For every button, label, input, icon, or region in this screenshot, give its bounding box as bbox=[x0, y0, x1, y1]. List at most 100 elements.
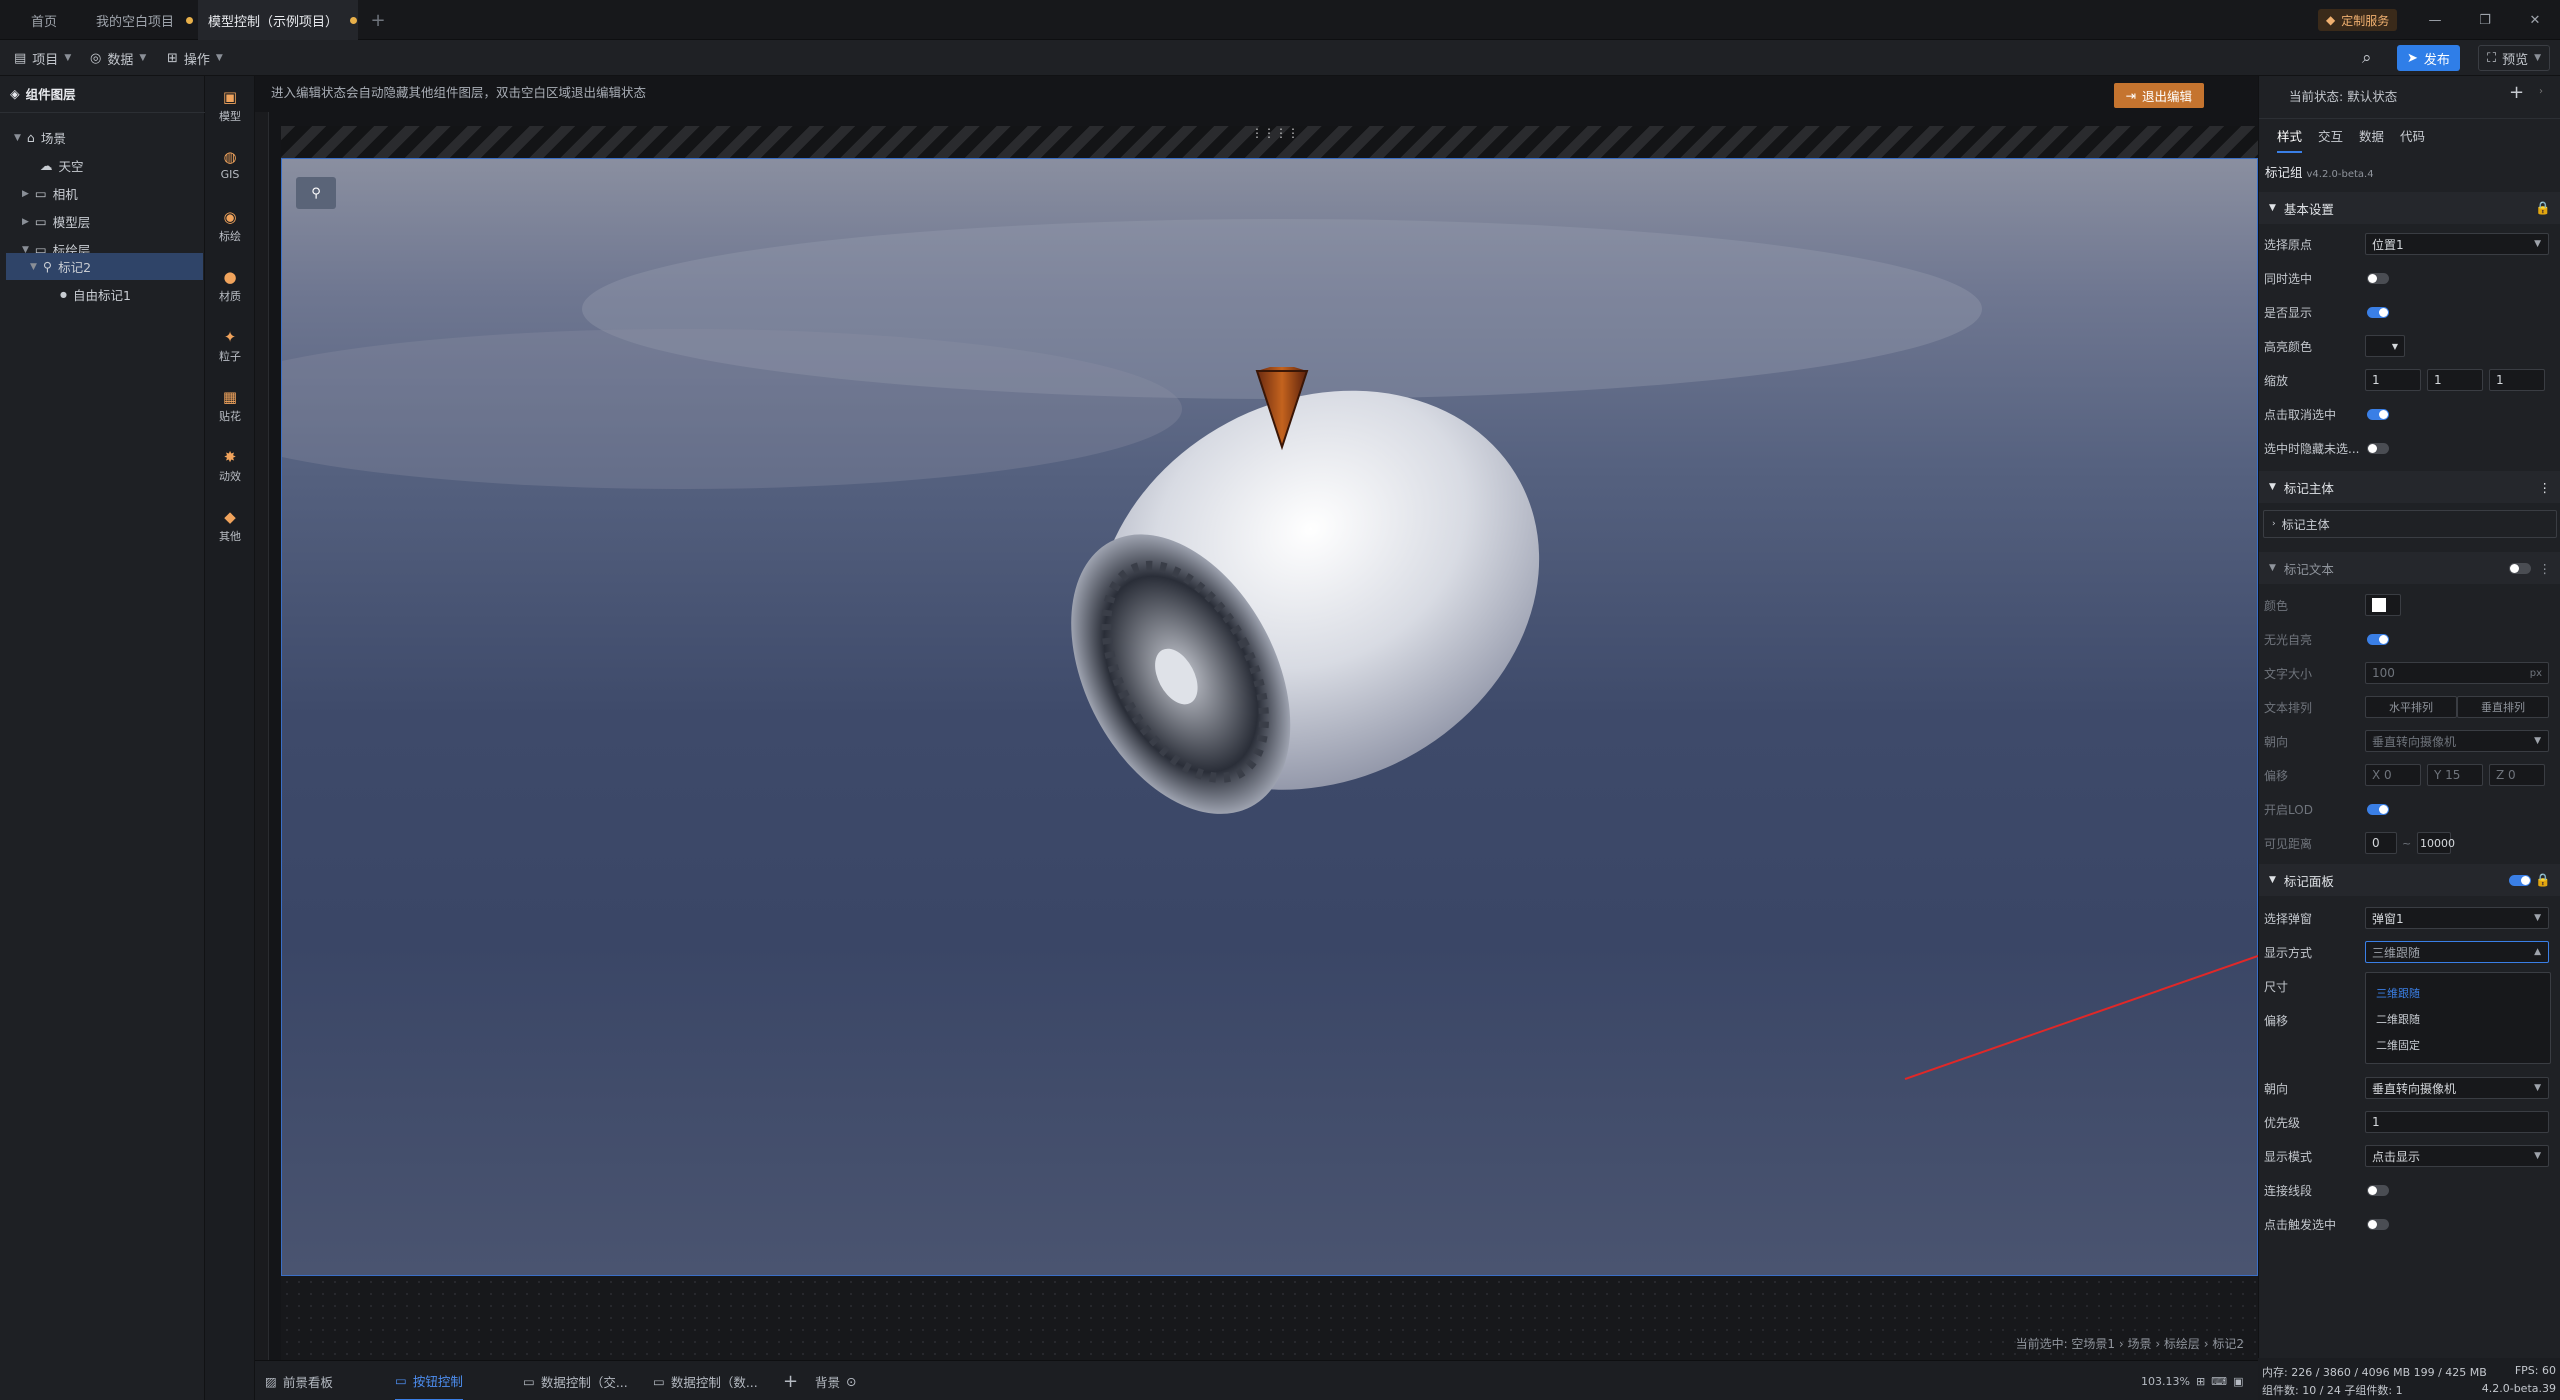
text-orient-select[interactable]: 垂直转向摄像机 ▼ bbox=[2365, 730, 2549, 752]
custom-service-button[interactable]: ◆ 定制服务 bbox=[2318, 9, 2398, 31]
text-color-picker[interactable] bbox=[2365, 594, 2401, 616]
section-marker-body[interactable]: ▼ 标记主体 ⋮ bbox=[2259, 471, 2560, 503]
popup-select[interactable]: 弹窗1 ▼ bbox=[2365, 907, 2549, 929]
marker-text-toggle[interactable] bbox=[2509, 562, 2531, 574]
ops-menu[interactable]: ⊞ 操作 ▼ bbox=[167, 40, 223, 76]
visible-toggle[interactable] bbox=[2367, 306, 2389, 318]
layer-item-marker2[interactable]: ▼ ⚲ 标记2 bbox=[6, 253, 203, 280]
glow-toggle[interactable] bbox=[2367, 633, 2389, 645]
section-marker-text[interactable]: ▼ 标记文本 ⋮ bbox=[2259, 552, 2560, 584]
tab-label: 数据控制（交... bbox=[540, 1374, 628, 1390]
scale-z-input[interactable]: 1 bbox=[2489, 369, 2545, 391]
layer-item-scene[interactable]: ▼ ⌂ 场景 bbox=[0, 124, 205, 151]
section-title: 标记主体 bbox=[2283, 480, 2334, 496]
tab-label: 背景 bbox=[815, 1374, 841, 1390]
rail-effect[interactable]: ✸ 动效 bbox=[205, 448, 255, 484]
layer-item-camera[interactable]: ▶ ▭ 相机 bbox=[0, 180, 205, 207]
layer-item-free-marker[interactable]: ● 自由标记1 bbox=[0, 281, 205, 308]
add-tab-icon[interactable]: + bbox=[366, 0, 390, 40]
service-label: 定制服务 bbox=[2341, 13, 2390, 28]
close-button[interactable]: ✕ bbox=[2520, 0, 2550, 40]
rail-other[interactable]: ◆ 其他 bbox=[205, 508, 255, 544]
marker-panel-toggle[interactable] bbox=[2509, 874, 2531, 886]
terminal-icon[interactable]: ▣ bbox=[2233, 1375, 2243, 1388]
scale-y-input[interactable]: 1 bbox=[2427, 369, 2483, 391]
grid-icon: ⊞ bbox=[167, 50, 178, 66]
min-distance-input[interactable]: 0 bbox=[2365, 832, 2397, 854]
offset-x-input[interactable]: X 0 bbox=[2365, 764, 2421, 786]
text-size-input[interactable]: 100 px bbox=[2365, 662, 2549, 684]
keyboard-icon[interactable]: ⌨ bbox=[2211, 1375, 2227, 1388]
lod-toggle[interactable] bbox=[2367, 803, 2389, 815]
add-state-icon[interactable]: + bbox=[2509, 82, 2524, 103]
hide-unselected-toggle[interactable] bbox=[2367, 442, 2389, 454]
section-marker-panel[interactable]: ▼ 标记面板 🔒 bbox=[2259, 864, 2560, 896]
rail-label: 动效 bbox=[219, 470, 241, 483]
layer-label: 天空 bbox=[58, 159, 84, 174]
restore-button[interactable]: ❐ bbox=[2470, 0, 2500, 40]
panel-offset-label: 偏移 bbox=[2264, 1013, 2289, 1028]
state-value[interactable]: 默认状态 bbox=[2347, 89, 2397, 104]
tab-code[interactable]: 代码 bbox=[2400, 126, 2425, 153]
pin-icon: ◉ bbox=[223, 208, 237, 226]
priority-input[interactable]: 1 bbox=[2365, 1111, 2549, 1133]
unsaved-dot bbox=[350, 16, 358, 24]
horizontal-arrange-button[interactable]: 水平排列 bbox=[2365, 696, 2457, 718]
rail-model[interactable]: ▣ 模型 bbox=[205, 88, 255, 124]
tab-data-control-1[interactable]: ▭ 数据控制（交... bbox=[523, 1361, 628, 1400]
rail-particle[interactable]: ✦ 粒子 bbox=[205, 328, 255, 364]
data-menu[interactable]: ◎ 数据 ▼ bbox=[90, 40, 146, 76]
display-mode-select[interactable]: 三维跟随 ▲ bbox=[2365, 941, 2549, 963]
project-menu[interactable]: ▤ 项目 ▼ bbox=[14, 40, 71, 76]
tab-background[interactable]: 背景 ⊙ bbox=[815, 1361, 857, 1400]
minimize-button[interactable]: — bbox=[2420, 0, 2450, 40]
layer-item-model[interactable]: ▶ ▭ 模型层 bbox=[0, 208, 205, 235]
connect-line-toggle[interactable] bbox=[2367, 1184, 2389, 1196]
tab-data-control-2[interactable]: ▭ 数据控制（数... bbox=[653, 1361, 758, 1400]
chevron-right-icon[interactable]: › bbox=[2539, 86, 2543, 97]
tab-interaction[interactable]: 交互 bbox=[2318, 126, 2343, 153]
chevron-down-icon: ▼ bbox=[2534, 736, 2541, 746]
tab-model-control[interactable]: 模型控制（示例项目） bbox=[198, 0, 358, 40]
origin-select[interactable]: 位置1 ▼ bbox=[2365, 233, 2549, 255]
highlight-color-picker[interactable]: ▼ bbox=[2365, 335, 2405, 357]
rail-plot[interactable]: ◉ 标绘 bbox=[205, 208, 255, 244]
tab-style[interactable]: 样式 bbox=[2277, 126, 2303, 153]
fit-icon[interactable]: ⊞ bbox=[2196, 1375, 2205, 1388]
cancel-select-toggle[interactable] bbox=[2367, 408, 2389, 420]
scale-x-input[interactable]: 1 bbox=[2365, 369, 2421, 391]
lock-icon[interactable]: 🔒 bbox=[2535, 200, 2551, 216]
add-page-icon[interactable]: + bbox=[783, 1361, 798, 1400]
tab-blank-project[interactable]: 我的空白项目 bbox=[88, 0, 198, 40]
publish-button[interactable]: ➤ 发布 bbox=[2397, 45, 2460, 71]
multi-select-toggle[interactable] bbox=[2367, 272, 2389, 284]
max-distance-input[interactable]: 10000 bbox=[2417, 832, 2455, 854]
section-basic[interactable]: ▼ 基本设置 🔒 bbox=[2259, 192, 2560, 224]
click-select-toggle[interactable] bbox=[2367, 1218, 2389, 1230]
more-icon[interactable]: ⋮ bbox=[2539, 561, 2552, 576]
panel-orient-select[interactable]: 垂直转向摄像机 ▼ bbox=[2365, 1077, 2549, 1099]
tab-foreground-board[interactable]: ▨ 前景看板 bbox=[265, 1361, 333, 1400]
tab-button-control[interactable]: ▭ 按钮控制 bbox=[395, 1361, 463, 1400]
rail-decal[interactable]: ▦ 贴花 bbox=[205, 388, 255, 424]
tab-data[interactable]: 数据 bbox=[2359, 126, 2384, 153]
search-icon[interactable]: ⌕ bbox=[2362, 40, 2372, 76]
option-2d-follow[interactable]: 二维跟随 bbox=[2376, 1011, 2420, 1027]
option-3d-follow[interactable]: 三维跟随 bbox=[2376, 985, 2420, 1001]
marker-body-label: 标记主体 bbox=[2281, 517, 2330, 532]
offset-y-input[interactable]: Y 15 bbox=[2427, 764, 2483, 786]
rail-gis[interactable]: ◍ GIS bbox=[205, 148, 255, 181]
vertical-arrange-button[interactable]: 垂直排列 bbox=[2457, 696, 2549, 718]
more-icon[interactable]: ⋮ bbox=[2539, 480, 2552, 495]
component-rail: ▣ 模型 ◍ GIS ◉ 标绘 ● 材质 ✦ 粒子 ▦ 贴花 ✸ 动效 ◆ 其他 bbox=[205, 76, 255, 1400]
popup-value: 弹窗1 bbox=[2372, 911, 2404, 926]
option-2d-fixed[interactable]: 二维固定 bbox=[2376, 1037, 2420, 1053]
marker-body-item[interactable]: › 标记主体 bbox=[2263, 510, 2557, 538]
offset-z-input[interactable]: Z 0 bbox=[2489, 764, 2545, 786]
layer-item-sky[interactable]: ☁ 天空 bbox=[0, 152, 205, 179]
lock-icon[interactable]: 🔒 bbox=[2535, 872, 2551, 888]
show-mode-select[interactable]: 点击显示 ▼ bbox=[2365, 1145, 2549, 1167]
rail-material[interactable]: ● 材质 bbox=[205, 268, 255, 304]
preview-button[interactable]: ⛶ 预览 ▼ bbox=[2478, 45, 2551, 71]
tab-home[interactable]: 首页 bbox=[0, 0, 88, 40]
